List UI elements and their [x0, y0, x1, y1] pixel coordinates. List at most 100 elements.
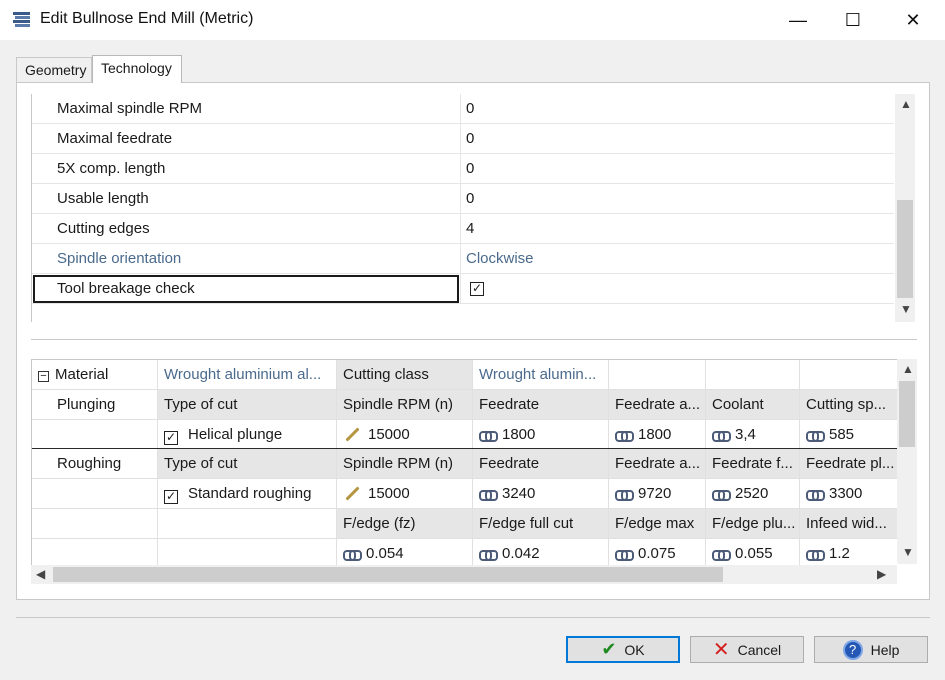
scroll-thumb[interactable]: [899, 381, 915, 447]
property-row[interactable]: Usable length 0: [32, 184, 894, 214]
link-icon: [479, 490, 498, 502]
column-header: Type of cut: [158, 390, 336, 419]
column-header: Cutting sp...: [800, 390, 897, 419]
helical-plunge-checkbox[interactable]: ✓: [164, 431, 178, 445]
property-label: Maximal feedrate: [57, 130, 173, 147]
value-cell[interactable]: 1.2: [800, 539, 897, 568]
value-cell[interactable]: 1800: [609, 420, 705, 449]
column-header: Spindle RPM (n): [337, 390, 472, 419]
section-divider: [31, 339, 917, 340]
cutting-class-label: Cutting class: [337, 360, 472, 389]
scroll-down-icon[interactable]: ▼: [902, 545, 914, 559]
link-icon: [343, 550, 362, 562]
value-cell[interactable]: 0.054: [337, 539, 472, 568]
minimize-button[interactable]: —: [775, 0, 821, 40]
property-row[interactable]: Maximal feedrate 0: [32, 124, 894, 154]
scroll-thumb[interactable]: [53, 567, 723, 582]
collapse-icon[interactable]: −: [38, 371, 49, 382]
property-row[interactable]: 5X comp. length 0: [32, 154, 894, 184]
scroll-right-icon[interactable]: ▶: [877, 567, 886, 581]
property-row[interactable]: Maximal spindle RPM 0: [32, 94, 894, 124]
value-cell[interactable]: 2520: [706, 479, 799, 508]
value-cell[interactable]: 15000: [337, 420, 472, 449]
minimize-icon: —: [789, 9, 807, 30]
tab-geometry[interactable]: Geometry: [16, 57, 92, 82]
technology-grid-hscrollbar[interactable]: ◀ ▶: [31, 565, 897, 584]
property-value: Clockwise: [466, 250, 534, 267]
standard-roughing-checkbox[interactable]: ✓: [164, 490, 178, 504]
window-title: Edit Bullnose End Mill (Metric): [40, 10, 254, 27]
column-header: Feedrate: [473, 390, 608, 419]
column-header: F/edge full cut: [473, 509, 608, 538]
property-label: Cutting edges: [57, 220, 150, 237]
cancel-x-icon: ✕: [712, 639, 730, 661]
property-label: Maximal spindle RPM: [57, 100, 203, 117]
close-icon: ✕: [905, 9, 921, 30]
property-row[interactable]: Spindle orientation Clockwise: [32, 244, 894, 274]
cutting-class-value[interactable]: Wrought alumin...: [473, 360, 608, 389]
maximize-icon: ☐: [844, 9, 862, 30]
value-cell[interactable]: 3,4: [706, 420, 799, 449]
tool-breakage-checkbox[interactable]: ✓: [470, 282, 484, 296]
value-cell[interactable]: 15000: [337, 479, 472, 508]
link-icon: [479, 431, 498, 443]
column-header: Feedrate a...: [609, 390, 705, 419]
link-icon: [479, 550, 498, 562]
tool-library-icon: [13, 12, 30, 27]
cancel-button[interactable]: ✕ Cancel: [690, 636, 804, 663]
material-label[interactable]: − Material: [32, 360, 157, 389]
tab-technology[interactable]: Technology: [92, 55, 182, 83]
ok-button[interactable]: ✔ OK: [566, 636, 680, 663]
roughing-label: Roughing: [57, 455, 122, 472]
column-header: Infeed wid...: [800, 509, 897, 538]
value-cell[interactable]: 0.055: [706, 539, 799, 568]
material-value[interactable]: Wrought aluminium al...: [158, 360, 336, 389]
link-icon: [806, 550, 825, 562]
property-grid-scrollbar[interactable]: ▲ ▼: [895, 94, 915, 322]
scroll-left-icon[interactable]: ◀: [36, 567, 45, 581]
scroll-up-icon[interactable]: ▲: [900, 97, 912, 111]
link-icon: [806, 431, 825, 443]
value-cell[interactable]: 0.075: [609, 539, 705, 568]
value-cell[interactable]: 585: [800, 420, 897, 449]
pencil-icon: [343, 428, 361, 442]
value-cell[interactable]: 9720: [609, 479, 705, 508]
link-icon: [712, 490, 731, 502]
help-button[interactable]: ? Help: [814, 636, 928, 663]
column-header: F/edge max: [609, 509, 705, 538]
scroll-down-icon[interactable]: ▼: [900, 302, 912, 316]
property-value[interactable]: 4: [466, 220, 474, 237]
maximize-button[interactable]: ☐: [830, 0, 876, 40]
property-value[interactable]: 0: [466, 100, 474, 117]
technology-grid: − Material Wrought aluminium al... Cuttin…: [31, 359, 897, 584]
property-row-tool-breakage[interactable]: Tool breakage check ✓: [32, 274, 894, 304]
property-row[interactable]: Cutting edges 4: [32, 214, 894, 244]
scroll-up-icon[interactable]: ▲: [902, 362, 914, 376]
column-header: F/edge (fz): [337, 509, 472, 538]
link-icon: [712, 431, 731, 443]
technology-panel: Maximal spindle RPM 0 Maximal feedrate 0…: [16, 82, 930, 600]
column-header: Spindle RPM (n): [337, 449, 472, 478]
property-label: Tool breakage check: [57, 280, 195, 297]
plunging-label: Plunging: [57, 396, 116, 413]
value-cell[interactable]: 1800: [473, 420, 608, 449]
column-header: Feedrate a...: [609, 449, 705, 478]
value-cell[interactable]: 3300: [800, 479, 897, 508]
value-cell[interactable]: 0.042: [473, 539, 608, 568]
link-icon: [615, 490, 634, 502]
plunging-type-cell[interactable]: ✓ Helical plunge: [158, 420, 336, 449]
property-label: 5X comp. length: [57, 160, 166, 177]
close-button[interactable]: ✕: [890, 0, 936, 40]
column-header: Feedrate f...: [706, 449, 799, 478]
column-header: F/edge plu...: [706, 509, 799, 538]
property-value[interactable]: 0: [466, 130, 474, 147]
column-header: Type of cut: [158, 449, 336, 478]
property-value[interactable]: 0: [466, 160, 474, 177]
scroll-thumb[interactable]: [897, 200, 913, 298]
link-icon: [806, 490, 825, 502]
value-cell[interactable]: 3240: [473, 479, 608, 508]
technology-grid-vscrollbar[interactable]: ▲ ▼: [897, 359, 917, 564]
roughing-type-cell[interactable]: ✓ Standard roughing: [158, 479, 336, 508]
property-value[interactable]: 0: [466, 190, 474, 207]
footer-divider: [16, 617, 930, 618]
